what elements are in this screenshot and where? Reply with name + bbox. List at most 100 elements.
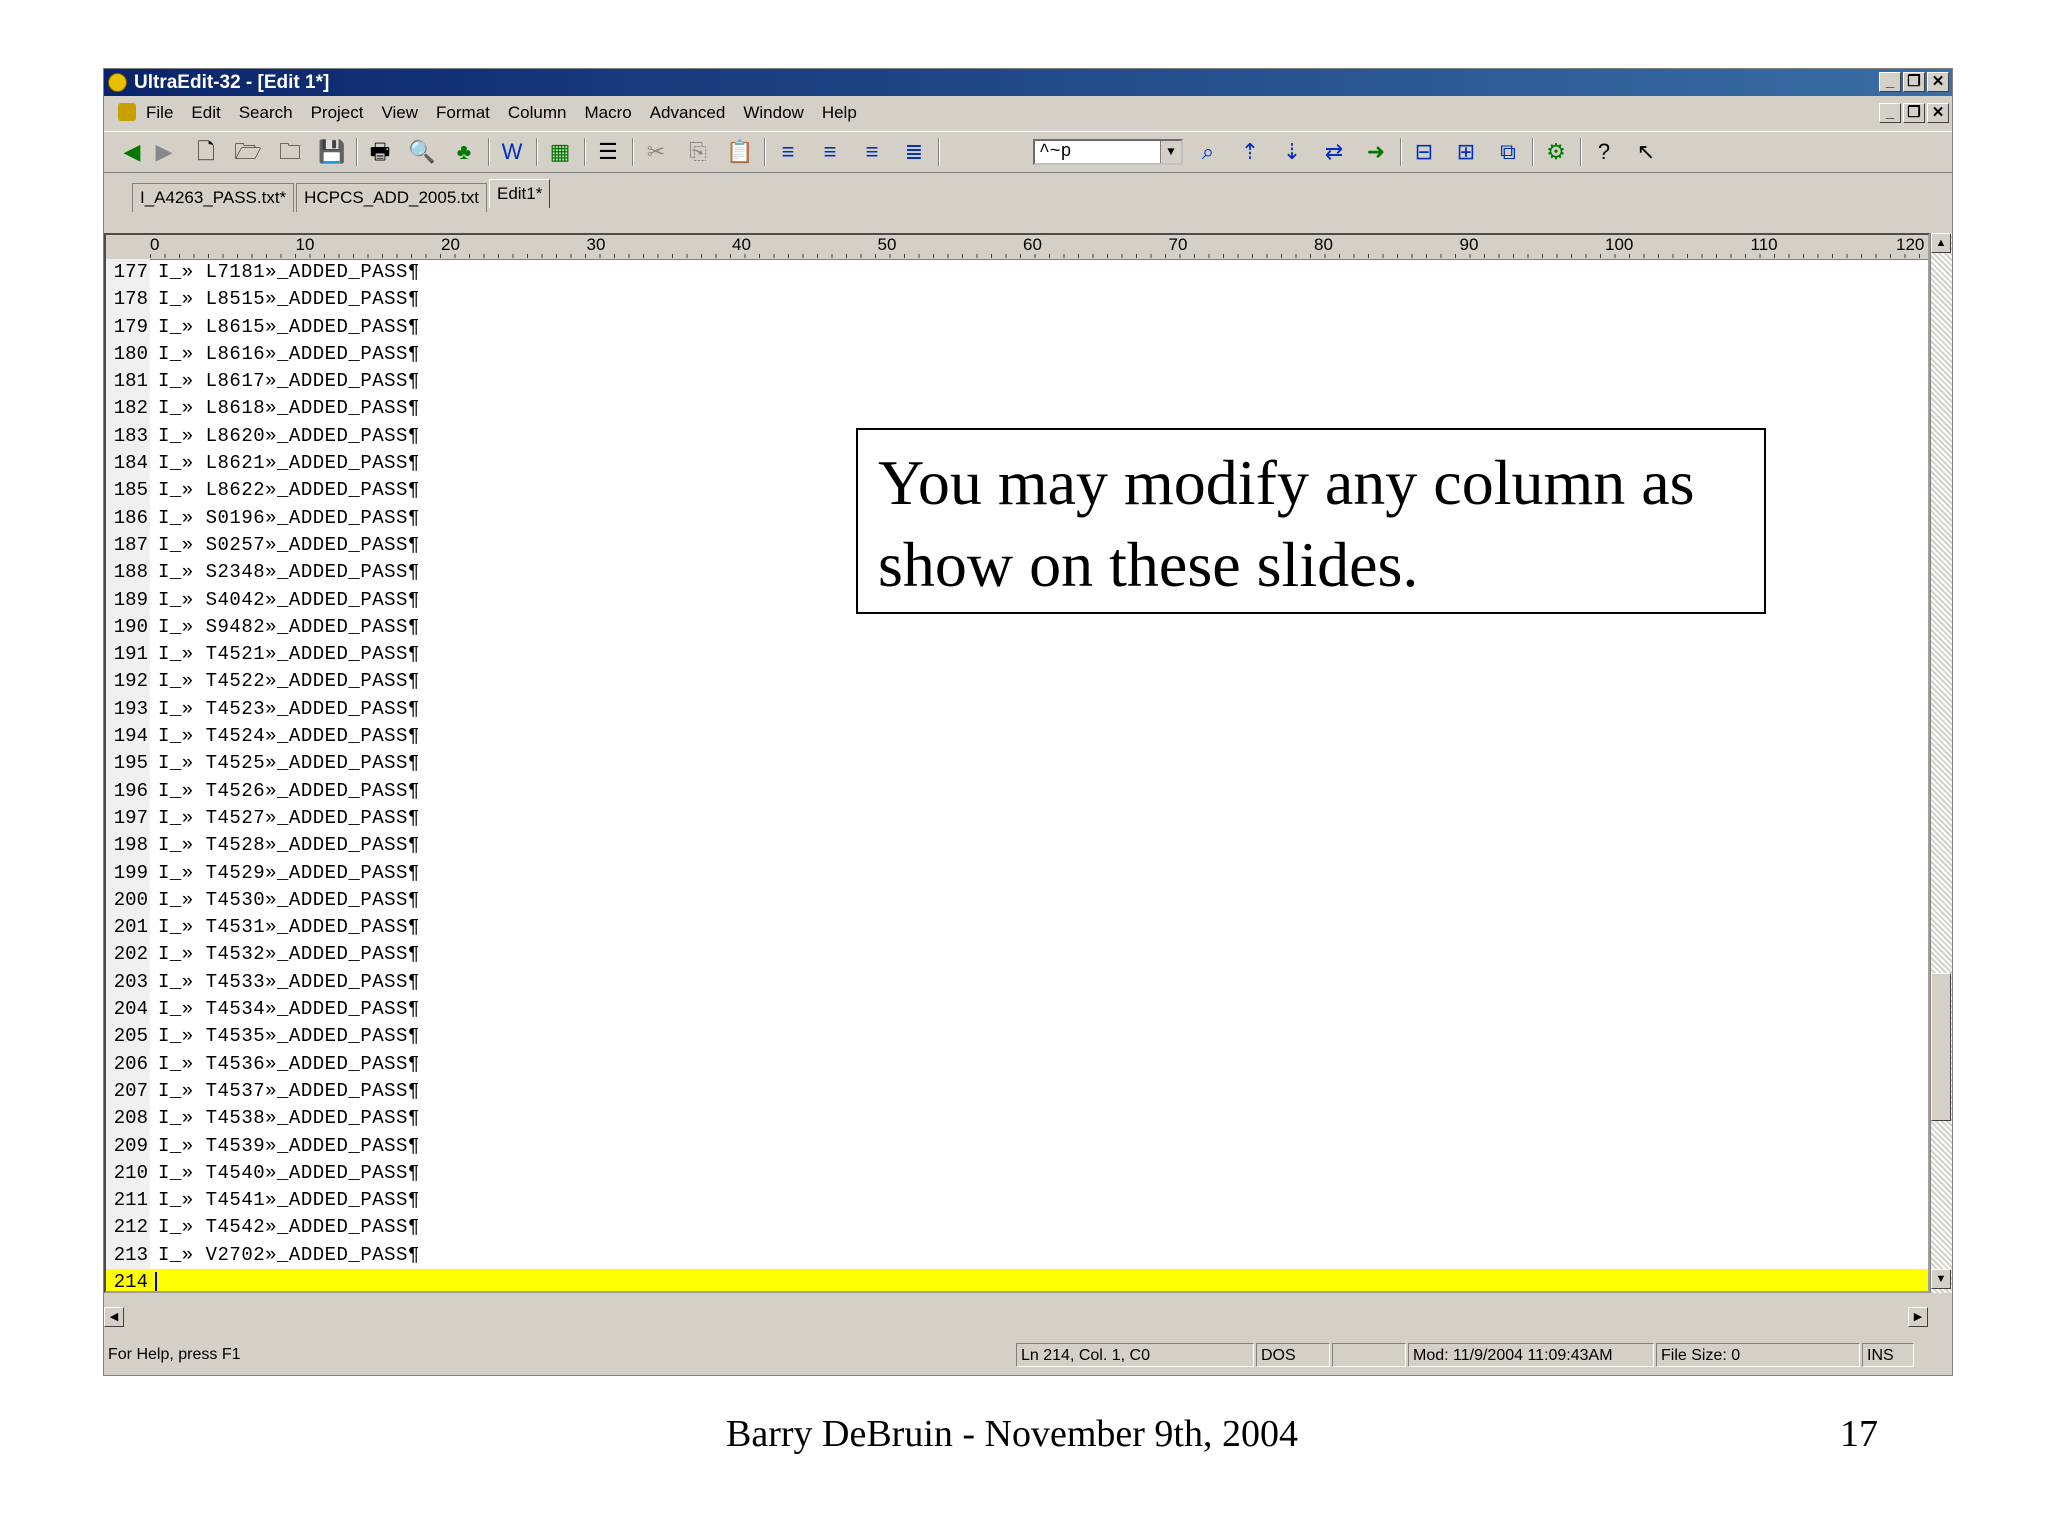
doc-restore-button[interactable]: ❐ <box>1903 103 1925 123</box>
new-file-icon[interactable]: 🗋 <box>192 138 220 166</box>
scroll-down-icon[interactable]: ▼ <box>1931 1269 1951 1289</box>
align-right-icon[interactable]: ≡ <box>858 138 886 166</box>
cut-icon[interactable]: ✂ <box>642 138 670 166</box>
ruler-number: 40 <box>732 235 751 254</box>
editor-line[interactable]: 213 I_» V2702»_ADDED_PASS¶ <box>106 1242 1928 1269</box>
editor-line[interactable]: 182 I_» L8618»_ADDED_PASS¶ <box>106 395 1928 422</box>
menu-macro[interactable]: Macro <box>584 103 631 123</box>
word-wrap-icon[interactable]: W <box>498 138 526 166</box>
editor-line[interactable]: 179 I_» L8615»_ADDED_PASS¶ <box>106 314 1928 341</box>
close-file-icon[interactable]: 🗀 <box>276 138 304 166</box>
status-filesize: File Size: 0 <box>1656 1343 1860 1367</box>
vertical-scrollbar[interactable]: ▲ ▼ <box>1930 233 1952 1293</box>
file-tab[interactable]: HCPCS_ADD_2005.txt <box>296 183 487 212</box>
file-tab[interactable]: I_A4263_PASS.txt* <box>132 183 295 212</box>
menu-advanced[interactable]: Advanced <box>650 103 726 123</box>
text-editor[interactable]: 0 10 20 30 40 50 60 70 80 90 100 110 120 177 I_» L718… <box>104 233 1930 1293</box>
editor-line[interactable]: 210 I_» T4540»_ADDED_PASS¶ <box>106 1160 1928 1187</box>
split-horizontal-icon[interactable]: ⊟ <box>1410 138 1438 166</box>
align-center-icon[interactable]: ≡ <box>816 138 844 166</box>
scroll-left-icon[interactable]: ◀ <box>104 1307 124 1327</box>
file-tab[interactable]: Edit1* <box>488 179 551 208</box>
menu-file[interactable]: File <box>146 103 173 123</box>
line-number: 201 <box>113 916 148 939</box>
menu-view[interactable]: View <box>382 103 419 123</box>
justify-icon[interactable]: ≣ <box>900 138 928 166</box>
editor-line[interactable]: 196 I_» T4526»_ADDED_PASS¶ <box>106 778 1928 805</box>
doc-minimize-button[interactable]: _ <box>1879 103 1901 123</box>
hex-mode-icon[interactable]: ▦ <box>546 138 574 166</box>
editor-line[interactable]: 181 I_» L8617»_ADDED_PASS¶ <box>106 368 1928 395</box>
minimize-button[interactable]: _ <box>1879 72 1901 92</box>
editor-line[interactable]: 207 I_» T4537»_ADDED_PASS¶ <box>106 1078 1928 1105</box>
editor-line[interactable]: 177 I_» L7181»_ADDED_PASS¶ <box>106 259 1928 286</box>
ftp-icon[interactable]: ⚙ <box>1542 138 1570 166</box>
editor-line[interactable]: 197 I_» T4527»_ADDED_PASS¶ <box>106 805 1928 832</box>
paste-icon[interactable]: 📋 <box>726 138 754 166</box>
editor-line[interactable]: 192 I_» T4522»_ADDED_PASS¶ <box>106 668 1928 695</box>
back-arrow-icon[interactable]: ◀ <box>118 138 146 166</box>
menu-help[interactable]: Help <box>822 103 857 123</box>
editor-line[interactable]: 214 <box>106 1268 1928 1291</box>
editor-line[interactable]: 194 I_» T4524»_ADDED_PASS¶ <box>106 723 1928 750</box>
goto-icon[interactable]: ➜ <box>1362 138 1390 166</box>
replace-icon[interactable]: ⇄ <box>1320 138 1348 166</box>
ultraedit-app-icon[interactable] <box>108 73 127 92</box>
vertical-scroll-thumb[interactable] <box>1931 973 1951 1121</box>
editor-line[interactable]: 191 I_» T4521»_ADDED_PASS¶ <box>106 641 1928 668</box>
menu-format[interactable]: Format <box>436 103 490 123</box>
column-markers-icon[interactable]: ☰ <box>594 138 622 166</box>
find-prev-icon[interactable]: ⇡ <box>1236 138 1264 166</box>
open-folder-icon[interactable]: 🗁 <box>234 138 262 166</box>
editor-line[interactable]: 212 I_» T4542»_ADDED_PASS¶ <box>106 1214 1928 1241</box>
menu-project[interactable]: Project <box>311 103 364 123</box>
chevron-down-icon[interactable]: ▼ <box>1160 141 1181 163</box>
title-bar[interactable]: UltraEdit-32 - [Edit 1*] _ ❐ ✕ <box>104 69 1952 96</box>
editor-line[interactable]: 206 I_» T4536»_ADDED_PASS¶ <box>106 1051 1928 1078</box>
editor-line[interactable]: 201 I_» T4531»_ADDED_PASS¶ <box>106 914 1928 941</box>
find-icon[interactable]: ⌕ <box>1194 138 1222 166</box>
scroll-right-icon[interactable]: ▶ <box>1908 1307 1928 1327</box>
help-icon[interactable]: ? <box>1590 138 1618 166</box>
editor-line[interactable]: 198 I_» T4528»_ADDED_PASS¶ <box>106 832 1928 859</box>
menu-column[interactable]: Column <box>508 103 567 123</box>
editor-line[interactable]: 211 I_» T4541»_ADDED_PASS¶ <box>106 1187 1928 1214</box>
editor-line[interactable]: 195 I_» T4525»_ADDED_PASS¶ <box>106 750 1928 777</box>
scroll-up-icon[interactable]: ▲ <box>1931 233 1951 253</box>
copy-icon[interactable]: ⎘ <box>684 138 712 166</box>
ruler-number: 70 <box>1168 235 1188 254</box>
find-next-icon[interactable]: ⇣ <box>1278 138 1306 166</box>
editor-line[interactable]: 200 I_» T4530»_ADDED_PASS¶ <box>106 887 1928 914</box>
editor-line[interactable]: 199 I_» T4529»_ADDED_PASS¶ <box>106 860 1928 887</box>
restore-button[interactable]: ❐ <box>1903 72 1925 92</box>
editor-line[interactable]: 190 I_» S9482»_ADDED_PASS¶ <box>106 614 1928 641</box>
print-preview-icon[interactable]: 🔍 <box>408 138 436 166</box>
close-button[interactable]: ✕ <box>1927 72 1949 92</box>
context-help-icon[interactable]: ↖ <box>1632 138 1660 166</box>
line-text: I_» L8515»_ADDED_PASS¶ <box>158 288 420 311</box>
print-icon[interactable]: 🖶 <box>366 138 394 166</box>
forward-arrow-icon[interactable]: ▶ <box>150 138 178 166</box>
editor-line[interactable]: 178 I_» L8515»_ADDED_PASS¶ <box>106 286 1928 313</box>
split-vertical-icon[interactable]: ⊞ <box>1452 138 1480 166</box>
document-icon[interactable] <box>118 103 136 121</box>
spell-check-icon[interactable]: ♣ <box>450 138 478 166</box>
horizontal-scrollbar[interactable]: ◀ ▶ <box>104 1305 1930 1329</box>
editor-line[interactable]: 202 I_» T4532»_ADDED_PASS¶ <box>106 941 1928 968</box>
save-icon[interactable]: 💾 <box>318 138 346 166</box>
cascade-windows-icon[interactable]: ⧉ <box>1494 138 1522 166</box>
editor-line[interactable]: 205 I_» T4535»_ADDED_PASS¶ <box>106 1023 1928 1050</box>
editor-line[interactable]: 208 I_» T4538»_ADDED_PASS¶ <box>106 1105 1928 1132</box>
doc-close-button[interactable]: ✕ <box>1927 103 1949 123</box>
find-combo[interactable]: ^~p ▼ <box>1033 139 1183 165</box>
menu-edit[interactable]: Edit <box>191 103 220 123</box>
editor-line[interactable]: 180 I_» L8616»_ADDED_PASS¶ <box>106 341 1928 368</box>
editor-line[interactable]: 193 I_» T4523»_ADDED_PASS¶ <box>106 696 1928 723</box>
editor-line[interactable]: 203 I_» T4533»_ADDED_PASS¶ <box>106 969 1928 996</box>
editor-line[interactable]: 204 I_» T4534»_ADDED_PASS¶ <box>106 996 1928 1023</box>
menu-search[interactable]: Search <box>239 103 293 123</box>
menu-window[interactable]: Window <box>743 103 803 123</box>
line-number: 198 <box>113 834 148 857</box>
editor-line[interactable]: 209 I_» T4539»_ADDED_PASS¶ <box>106 1133 1928 1160</box>
align-left-icon[interactable]: ≡ <box>774 138 802 166</box>
